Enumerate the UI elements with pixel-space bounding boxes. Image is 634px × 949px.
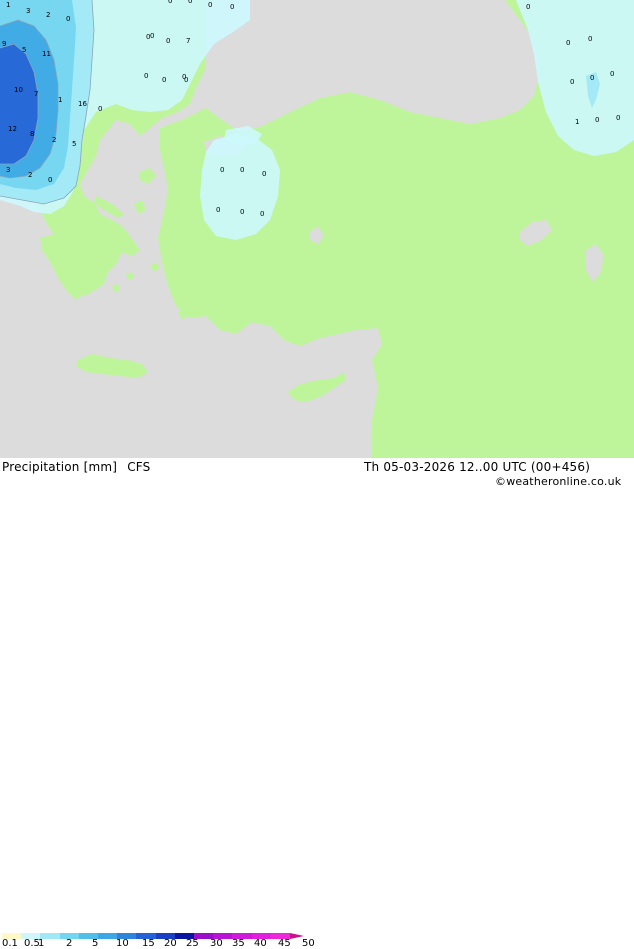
credit-link[interactable]: ©weatheronline.co.uk xyxy=(495,475,621,488)
legend-tick-label: 45 xyxy=(278,938,291,949)
value-label: 0 xyxy=(66,15,70,23)
value-label: 0 xyxy=(144,72,148,80)
value-label: 0 xyxy=(526,3,530,11)
value-label: 0 xyxy=(610,70,614,78)
value-label: 12 xyxy=(8,125,17,133)
value-label: 0 xyxy=(166,37,170,45)
value-label: 0 xyxy=(616,114,620,122)
title-text: Precipitation [mm] xyxy=(2,460,118,474)
legend-tick-label: 2 xyxy=(66,938,73,949)
legend-tick-label: 0.1 xyxy=(2,938,18,949)
value-label: 0 xyxy=(150,32,154,40)
value-label: 5 xyxy=(72,140,76,148)
value-label: 0 xyxy=(208,1,212,9)
valid-datetime: Th 05-03-2026 12..00 UTC (00+456) xyxy=(364,460,591,474)
value-label: 0 xyxy=(588,35,592,43)
legend-tick-label: 10 xyxy=(116,938,129,949)
legend-swatch xyxy=(98,933,118,939)
value-label: 8 xyxy=(30,130,34,138)
value-label: 2 xyxy=(52,136,56,144)
model-name: CFS xyxy=(127,460,151,474)
legend-tick-label: 40 xyxy=(254,938,267,949)
legend-tick-label: 20 xyxy=(164,938,177,949)
value-label: 0 xyxy=(262,170,266,178)
value-label: 0 xyxy=(240,208,244,216)
value-label: 7 xyxy=(186,37,190,45)
value-label: 0 xyxy=(230,3,234,11)
value-label: 1 xyxy=(6,1,10,9)
value-label: 0 xyxy=(570,78,574,86)
value-label: 1 xyxy=(575,118,579,126)
value-label: 10 xyxy=(14,86,23,94)
legend-tick-label: 30 xyxy=(210,938,223,949)
value-label: 3 xyxy=(6,166,10,174)
value-label: 0 xyxy=(168,0,172,5)
value-label: 0 xyxy=(98,105,102,113)
value-label: 5 xyxy=(22,46,26,54)
value-label: 0 xyxy=(260,210,264,218)
value-label: 16 xyxy=(78,100,87,108)
legend-tick-label: 35 xyxy=(232,938,245,949)
value-label: 0 xyxy=(590,74,594,82)
value-label: 0 xyxy=(220,166,224,174)
legend-tick-label: 50 xyxy=(302,938,315,949)
value-label: 0 xyxy=(162,76,166,84)
value-label: 0 xyxy=(595,116,599,124)
value-label: 1 xyxy=(58,96,62,104)
value-label: 0 xyxy=(240,166,244,174)
legend-tick-label: 15 xyxy=(142,938,155,949)
legend-tick-label: 5 xyxy=(92,938,99,949)
value-label: 0 xyxy=(216,206,220,214)
value-label: 0 xyxy=(566,39,570,47)
value-label: 2 xyxy=(28,171,32,179)
legend-tick-label: 25 xyxy=(186,938,199,949)
value-label: 9 xyxy=(2,40,6,48)
value-label: 3 xyxy=(26,7,30,15)
footer-bar: Precipitation [mm] CFS Th 05-03-2026 12.… xyxy=(0,458,634,949)
map-title: Precipitation [mm] CFS xyxy=(2,460,150,474)
value-label: 0 xyxy=(188,0,192,5)
value-label: 0 xyxy=(48,176,52,184)
value-label: 11 xyxy=(42,50,51,58)
map-canvas: 13 2 00 0 0 00 0 795 1110 71 161282 532000 0 00 0 00 0 00… xyxy=(0,0,634,458)
value-label: 2 xyxy=(46,11,50,19)
precipitation-map[interactable]: 1 3 2 0 0 0 0 0 0 0 7 9 5 11 10 7 1 16 12 8 2 5 3 2 0 0 0 0 0 0 0 0 0 0 0 0… xyxy=(0,0,634,458)
value-label: 0 xyxy=(182,73,186,81)
value-label: 7 xyxy=(34,90,38,98)
legend-tick-label: 1 xyxy=(38,938,45,949)
